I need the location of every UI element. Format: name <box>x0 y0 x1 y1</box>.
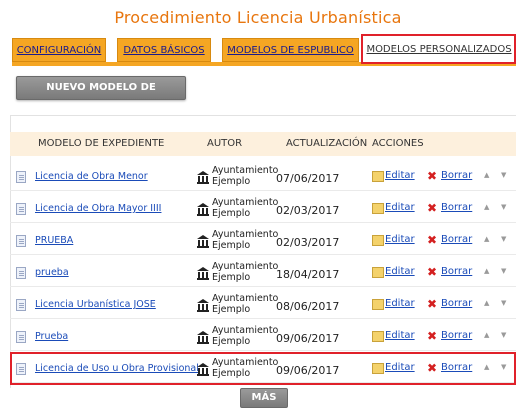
tab-configuracion[interactable]: CONFIGURACIÓN <box>12 38 106 62</box>
arrow-down-icon[interactable]: ▼ <box>501 235 506 243</box>
document-icon <box>16 235 26 247</box>
pencil-icon <box>372 331 384 342</box>
document-icon <box>16 331 26 343</box>
town-hall-icon <box>197 203 209 216</box>
arrow-down-icon[interactable]: ▼ <box>501 331 506 339</box>
table-row: Licencia de Obra Mayor IIII Ayuntamiento… <box>10 191 516 223</box>
new-model-button[interactable]: NUEVO MODELO DE EXPEDIENTE <box>16 76 186 115</box>
pencil-icon <box>372 203 384 214</box>
delete-link[interactable]: Borrar <box>441 298 472 309</box>
delete-link[interactable]: Borrar <box>441 234 472 245</box>
updated-date: 09/06/2017 <box>276 332 340 345</box>
x-icon: ✖ <box>427 169 438 183</box>
document-icon <box>16 267 26 279</box>
town-hall-icon <box>197 299 209 312</box>
pencil-icon <box>372 267 384 278</box>
highlighted-row-outline <box>10 352 516 385</box>
updated-date: 07/06/2017 <box>276 172 340 185</box>
arrow-up-icon[interactable]: ▲ <box>484 171 489 179</box>
column-header-author: AUTOR <box>207 138 243 149</box>
table-row: Licencia Urbanística JOSE Ayuntamiento Ej… <box>10 287 516 319</box>
arrow-up-icon[interactable]: ▲ <box>484 299 489 307</box>
edit-link[interactable]: Editar <box>385 266 415 277</box>
arrow-down-icon[interactable]: ▼ <box>501 267 506 275</box>
more-button[interactable]: MÁS <box>240 388 288 408</box>
town-hall-icon <box>197 331 209 344</box>
model-name-link[interactable]: prueba <box>35 267 69 278</box>
x-icon: ✖ <box>427 233 438 247</box>
arrow-up-icon[interactable]: ▲ <box>484 267 489 275</box>
pencil-icon <box>372 171 384 182</box>
arrow-down-icon[interactable]: ▼ <box>501 203 506 211</box>
edit-link[interactable]: Editar <box>385 234 415 245</box>
table-row: prueba Ayuntamiento Ejemplo 18/04/2017 Ed… <box>10 255 516 287</box>
model-name-link[interactable]: PRUEBA <box>35 235 73 246</box>
x-icon: ✖ <box>427 201 438 215</box>
active-tab-highlight <box>361 34 516 64</box>
tab-datos-basicos[interactable]: DATOS BÁSICOS <box>117 38 211 62</box>
page-title: Procedimiento Licencia Urbanística <box>114 8 402 27</box>
model-name-link[interactable]: Prueba <box>35 331 68 342</box>
arrow-up-icon[interactable]: ▲ <box>484 203 489 211</box>
table-header: MODELO DE EXPEDIENTE AUTOR ACTUALIZACIÓN… <box>10 132 516 156</box>
delete-link[interactable]: Borrar <box>441 202 472 213</box>
updated-date: 18/04/2017 <box>276 268 340 281</box>
arrow-up-icon[interactable]: ▲ <box>484 235 489 243</box>
column-header-updated: ACTUALIZACIÓN <box>286 138 368 149</box>
edit-link[interactable]: Editar <box>385 202 415 213</box>
x-icon: ✖ <box>427 297 438 311</box>
author-text: Ayuntamiento Ejemplo <box>212 325 279 347</box>
column-header-model: MODELO DE EXPEDIENTE <box>38 138 165 149</box>
table-row: PRUEBA Ayuntamiento Ejemplo 02/03/2017 Ed… <box>10 223 516 255</box>
edit-link[interactable]: Editar <box>385 170 415 181</box>
town-hall-icon <box>197 235 209 248</box>
town-hall-icon <box>197 171 209 184</box>
delete-link[interactable]: Borrar <box>441 330 472 341</box>
model-name-link[interactable]: Licencia de Obra Mayor IIII <box>35 203 161 214</box>
author-text: Ayuntamiento Ejemplo <box>212 229 279 251</box>
updated-date: 08/06/2017 <box>276 300 340 313</box>
x-icon: ✖ <box>427 265 438 279</box>
document-icon <box>16 299 26 311</box>
edit-link[interactable]: Editar <box>385 330 415 341</box>
model-name-link[interactable]: Licencia de Obra Menor <box>35 171 148 182</box>
table-row: Prueba Ayuntamiento Ejemplo 09/06/2017 Ed… <box>10 319 516 351</box>
updated-date: 02/03/2017 <box>276 236 340 249</box>
pencil-icon <box>372 299 384 310</box>
tab-modelos-espublico[interactable]: MODELOS DE ESPUBLICO <box>222 38 359 62</box>
updated-date: 02/03/2017 <box>276 204 340 217</box>
arrow-down-icon[interactable]: ▼ <box>501 171 506 179</box>
delete-link[interactable]: Borrar <box>441 170 472 181</box>
x-icon: ✖ <box>427 329 438 343</box>
author-text: Ayuntamiento Ejemplo <box>212 293 279 315</box>
pencil-icon <box>372 235 384 246</box>
edit-link[interactable]: Editar <box>385 298 415 309</box>
model-name-link[interactable]: Licencia Urbanística JOSE <box>35 299 156 310</box>
author-text: Ayuntamiento Ejemplo <box>212 165 279 187</box>
delete-link[interactable]: Borrar <box>441 266 472 277</box>
document-icon <box>16 203 26 215</box>
town-hall-icon <box>197 267 209 280</box>
document-icon <box>16 171 26 183</box>
author-text: Ayuntamiento Ejemplo <box>212 261 279 283</box>
column-header-actions: ACCIONES <box>372 138 424 149</box>
arrow-up-icon[interactable]: ▲ <box>484 331 489 339</box>
author-text: Ayuntamiento Ejemplo <box>212 197 279 219</box>
table-row: Licencia de Obra Menor Ayuntamiento Ejemp… <box>10 159 516 191</box>
arrow-down-icon[interactable]: ▼ <box>501 299 506 307</box>
